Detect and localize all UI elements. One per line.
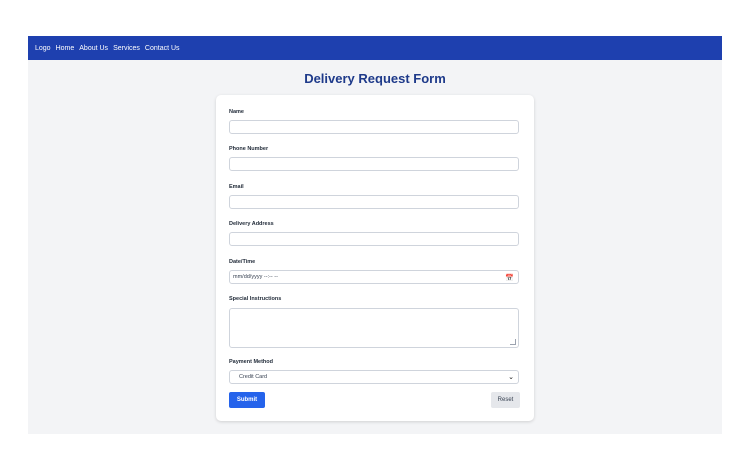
- name-input[interactable]: [229, 120, 519, 134]
- datetime-placeholder: mm/dd/yyyy --:-- --: [233, 274, 278, 280]
- instructions-label: Special Instructions: [229, 296, 282, 302]
- submit-button[interactable]: Submit: [229, 392, 265, 408]
- nav-about-us[interactable]: About Us: [79, 45, 108, 52]
- chevron-down-icon: ⌄: [508, 374, 514, 381]
- top-navbar: Logo Home About Us Services Contact Us: [28, 36, 722, 60]
- phone-label: Phone Number: [229, 146, 269, 152]
- datetime-label: Date/Time: [229, 259, 256, 265]
- address-label: Delivery Address: [229, 221, 274, 227]
- payment-select[interactable]: Credit Card ⌄: [229, 370, 519, 384]
- nav-home[interactable]: Home: [56, 45, 75, 52]
- calendar-icon[interactable]: 📅: [505, 274, 514, 282]
- phone-input[interactable]: [229, 157, 519, 171]
- nav-services[interactable]: Services: [113, 45, 140, 52]
- nav-logo[interactable]: Logo: [35, 45, 51, 52]
- name-label: Name: [229, 109, 244, 115]
- app-container: Logo Home About Us Services Contact Us D…: [28, 36, 722, 434]
- page-title: Delivery Request Form: [304, 71, 446, 86]
- delivery-form-card: Name Phone Number Email Delivery Address…: [216, 95, 534, 421]
- payment-label: Payment Method: [229, 359, 274, 365]
- instructions-textarea[interactable]: [229, 308, 519, 348]
- payment-selected-value: Credit Card: [239, 374, 268, 380]
- nav-contact-us[interactable]: Contact Us: [145, 45, 180, 52]
- email-input[interactable]: [229, 195, 519, 209]
- datetime-input[interactable]: mm/dd/yyyy --:-- -- 📅: [229, 270, 519, 284]
- address-input[interactable]: [229, 232, 519, 246]
- resize-handle-icon[interactable]: [510, 339, 516, 345]
- reset-button[interactable]: Reset: [491, 392, 520, 408]
- email-label: Email: [229, 184, 244, 190]
